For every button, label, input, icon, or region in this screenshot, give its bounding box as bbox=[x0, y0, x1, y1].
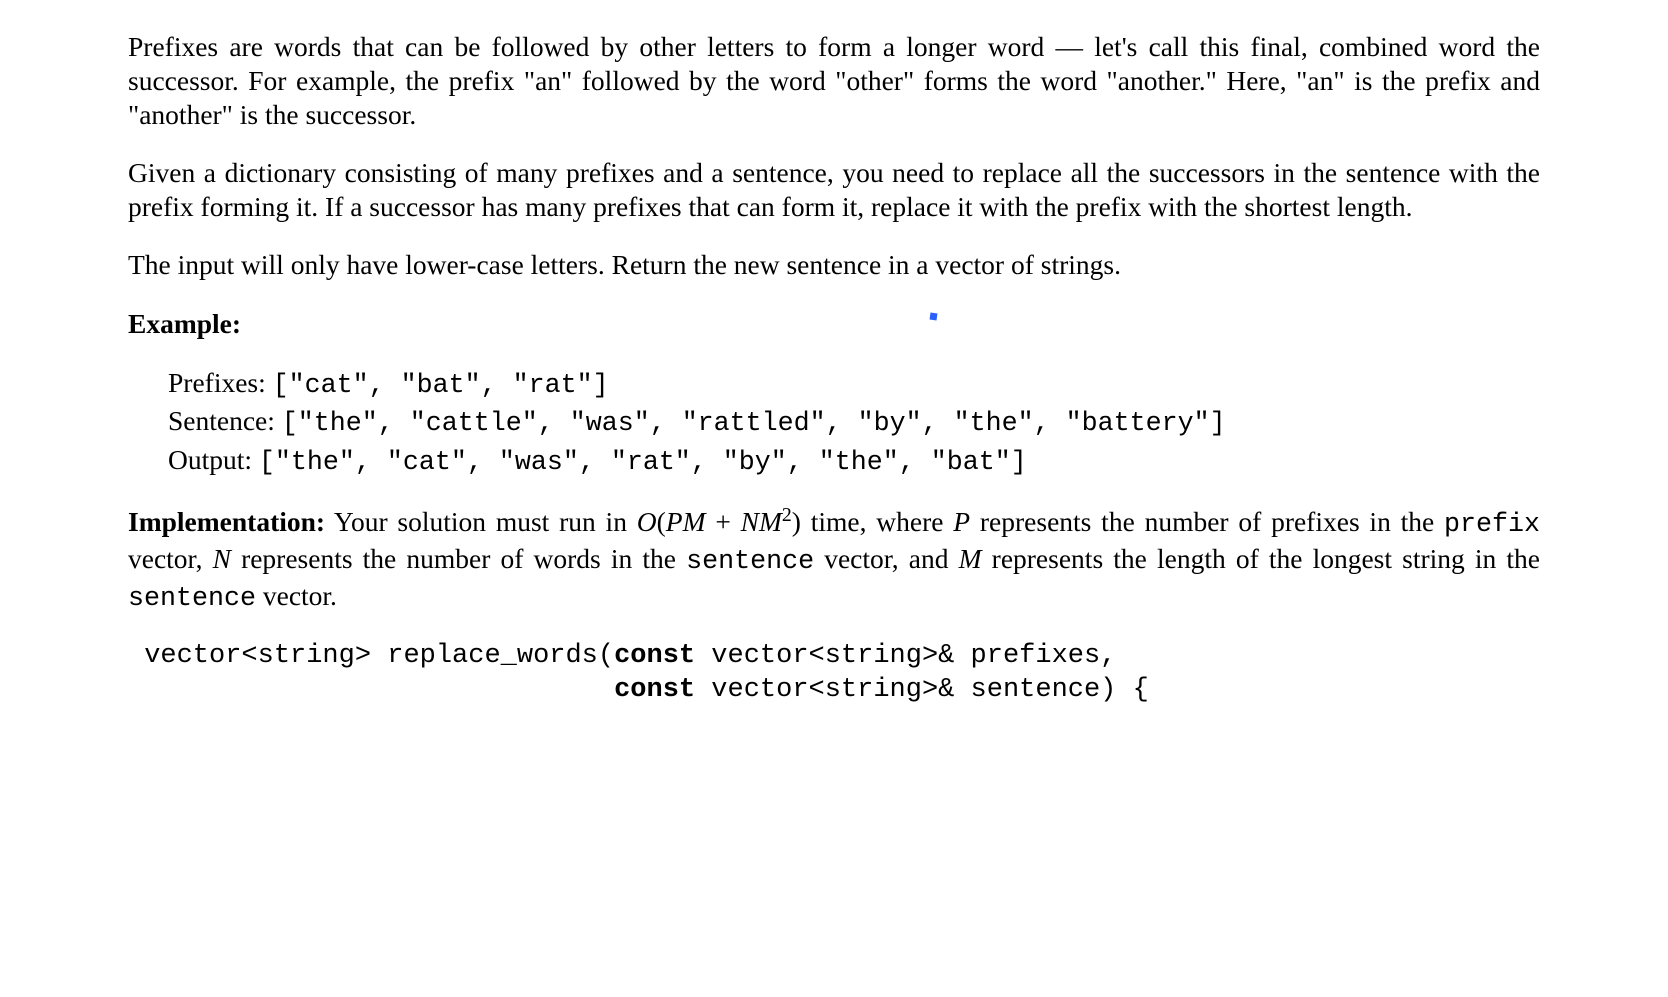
paragraph-intro: Prefixes are words that can be followed … bbox=[128, 30, 1540, 132]
impl-text-6: vector, and bbox=[814, 543, 959, 574]
var-P: P bbox=[953, 506, 970, 537]
code-block: vector<string> replace_words(const vecto… bbox=[128, 640, 1540, 708]
impl-text-7: represents the length of the longest str… bbox=[982, 543, 1540, 574]
impl-text-8: vector. bbox=[256, 580, 337, 611]
example-output: Output: ["the", "cat", "was", "rat", "by… bbox=[168, 442, 1540, 481]
paragraph-constraints: The input will only have lower-case lett… bbox=[128, 248, 1540, 282]
code-line-2a bbox=[128, 675, 614, 705]
bigO-exponent: 2 bbox=[782, 504, 792, 526]
var-N: N bbox=[213, 543, 231, 574]
code-sentence-2: sentence bbox=[128, 584, 256, 614]
code-line-2c: vector<string>& sentence) { bbox=[695, 675, 1149, 705]
code-line-2: const vector<string>& sentence) { bbox=[128, 674, 1540, 708]
bigO-M2: M bbox=[759, 506, 782, 537]
bigO-plus: + bbox=[706, 506, 741, 537]
bigO-N: N bbox=[741, 506, 759, 537]
cursor-caret-icon bbox=[930, 312, 938, 320]
impl-text-4: vector, bbox=[128, 543, 213, 574]
example-sentence-label: Sentence: bbox=[168, 405, 282, 436]
bigO-M1: M bbox=[683, 506, 706, 537]
code-sentence: sentence bbox=[686, 547, 814, 577]
var-M: M bbox=[959, 543, 982, 574]
impl-text-5: represents the number of words in the bbox=[231, 543, 686, 574]
document-page: Prefixes are words that can be followed … bbox=[0, 0, 1668, 707]
code-line-1: vector<string> replace_words(const vecto… bbox=[128, 640, 1540, 674]
example-output-value: ["the", "cat", "was", "rat", "by", "the"… bbox=[259, 448, 1027, 478]
example-prefixes-value: ["cat", "bat", "rat"] bbox=[273, 371, 609, 401]
example-prefixes-label: Prefixes: bbox=[168, 367, 273, 398]
example-output-label: Output: bbox=[168, 444, 259, 475]
example-sentence: Sentence: ["the", "cattle", "was", "ratt… bbox=[168, 403, 1540, 442]
example-heading: Example: bbox=[128, 307, 1540, 341]
paragraph-task: Given a dictionary consisting of many pr… bbox=[128, 156, 1540, 224]
example-sentence-value: ["the", "cattle", "was", "rattled", "by"… bbox=[282, 409, 1226, 439]
code-keyword-const-1: const bbox=[614, 641, 695, 671]
bigO-close-paren: ) bbox=[792, 506, 801, 537]
paragraph-implementation: Implementation: Your solution must run i… bbox=[128, 505, 1540, 616]
bigO-P: P bbox=[666, 506, 683, 537]
impl-text-1: Your solution must run in bbox=[325, 506, 637, 537]
code-prefix: prefix bbox=[1444, 510, 1540, 540]
impl-text-3: represents the number of prefixes in the bbox=[970, 506, 1444, 537]
implementation-label: Implementation: bbox=[128, 506, 325, 537]
example-label: Example: bbox=[128, 308, 241, 339]
code-keyword-const-2: const bbox=[614, 675, 695, 705]
example-prefixes: Prefixes: ["cat", "bat", "rat"] bbox=[168, 365, 1540, 404]
code-line-1c: vector<string>& prefixes, bbox=[695, 641, 1116, 671]
example-block: Prefixes: ["cat", "bat", "rat"] Sentence… bbox=[128, 365, 1540, 481]
impl-text-2: time, where bbox=[801, 506, 953, 537]
bigO-O: O bbox=[637, 506, 657, 537]
bigO-open-paren: ( bbox=[657, 506, 666, 537]
code-line-1a: vector<string> replace_words( bbox=[128, 641, 614, 671]
